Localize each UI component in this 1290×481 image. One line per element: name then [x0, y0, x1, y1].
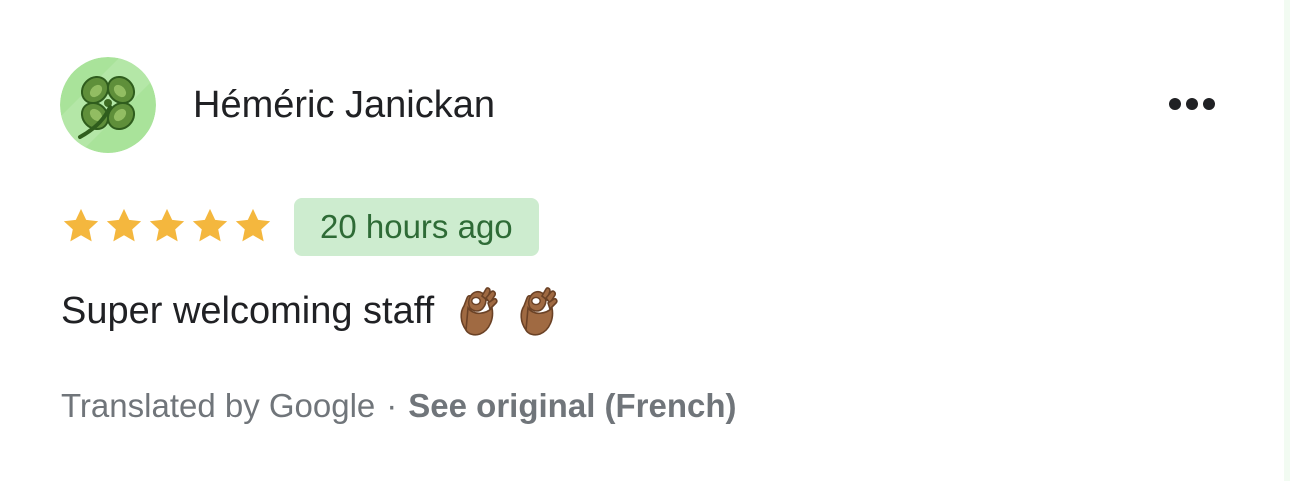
translation-info: Translated by Google · See original (Frenc…: [61, 385, 737, 427]
star-icon: [106, 208, 142, 242]
four-leaf-clover-icon: [60, 57, 156, 153]
separator: ·: [386, 387, 398, 424]
star-icon: [192, 208, 228, 242]
star-icon: [235, 208, 271, 242]
emoji-group: [456, 286, 560, 336]
author-avatar[interactable]: [60, 57, 156, 153]
see-original-link[interactable]: See original (French): [408, 387, 736, 424]
star-icon: [149, 208, 185, 242]
star-icon: [63, 208, 99, 242]
review-meta: 20 hours ago: [60, 198, 760, 256]
more-horizontal-icon: [1169, 98, 1215, 110]
ok-hand-emoji: [460, 287, 498, 336]
review-header: Héméric Janickan: [60, 57, 1230, 153]
review-card: Héméric Janickan 20 hours ago Super welc…: [0, 0, 1284, 481]
time-ago-badge: 20 hours ago: [294, 198, 539, 256]
review-text: Super welcoming staff: [61, 290, 435, 332]
review-body: Super welcoming staff: [61, 283, 560, 339]
author-name[interactable]: Héméric Janickan: [193, 83, 495, 127]
more-options-button[interactable]: [1160, 81, 1230, 127]
ok-hand-emoji: [520, 287, 558, 336]
translated-by-label: Translated by Google: [61, 387, 376, 424]
right-edge-strip: [1284, 0, 1290, 481]
star-rating: [60, 205, 274, 249]
